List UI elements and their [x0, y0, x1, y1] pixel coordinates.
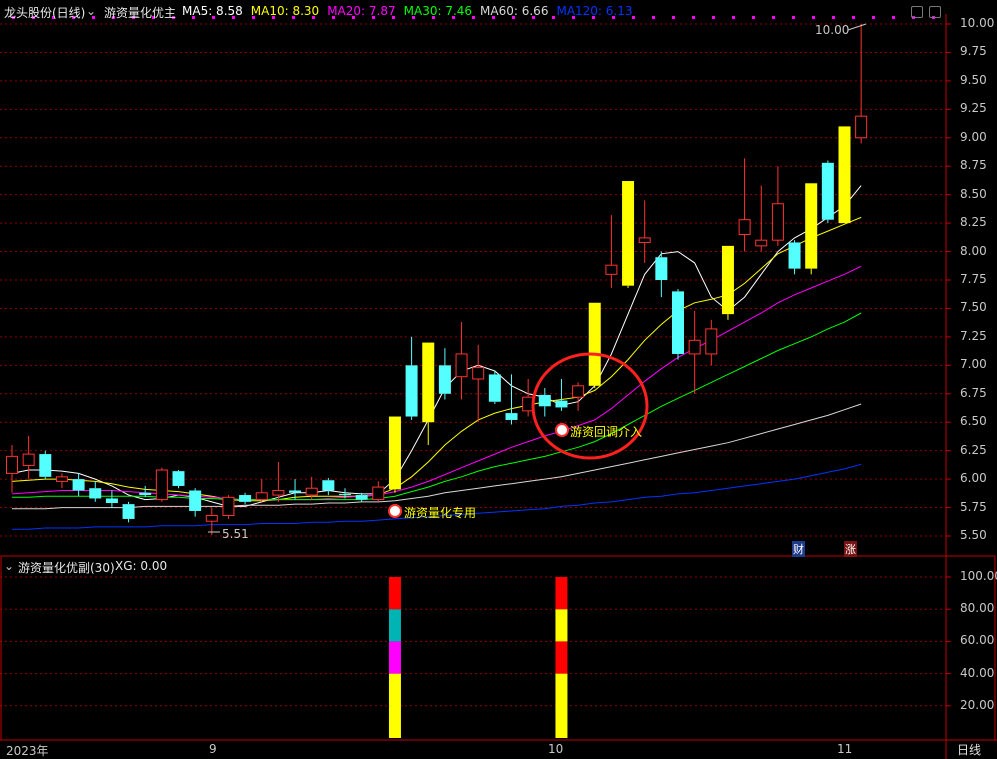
- candle: [672, 289, 684, 360]
- sub-bar-segment: [388, 609, 401, 642]
- header-dot: [872, 16, 875, 19]
- price-tick-label: 9.75: [960, 44, 987, 59]
- high-value-label: 10.00: [815, 23, 850, 37]
- price-tick-label: 7.75: [960, 272, 987, 286]
- chevron-down-icon[interactable]: ⌄: [86, 4, 96, 18]
- header-dot: [772, 16, 775, 19]
- x-label-nov: 11: [837, 742, 853, 756]
- price-tick-label: 7.50: [960, 300, 987, 315]
- price-tick-label: 7.25: [960, 328, 987, 343]
- sub-bar-segment: [388, 641, 401, 674]
- ma-legend-ma10: MA10: 8.30: [250, 4, 320, 18]
- sub-stack-bar: [555, 577, 568, 738]
- header-dot: [752, 16, 755, 19]
- candle: [588, 302, 601, 389]
- header-dot: [672, 16, 675, 19]
- limit-up-badge[interactable]: 涨: [844, 541, 857, 557]
- sub-bar-segment: [555, 609, 568, 642]
- sub-bar-segment: [388, 673, 401, 738]
- signal-1-icon: [388, 504, 402, 518]
- price-tick-label: 10.00: [960, 16, 995, 30]
- stock-title: 龙头股份(日线): [4, 6, 86, 20]
- sub-tick-label: 60.00: [960, 633, 995, 648]
- x-label-sep: 9: [209, 742, 217, 756]
- x-label-2023: 2023年: [6, 744, 49, 758]
- diamond-icon[interactable]: [911, 6, 923, 18]
- candle: [805, 183, 818, 275]
- main-indicator-name[interactable]: 游资量化优主: [104, 4, 176, 21]
- header-dot: [732, 16, 735, 19]
- sub-bar-segment: [555, 641, 568, 674]
- header-dot: [652, 16, 655, 19]
- candle: [155, 467, 168, 502]
- price-tick-label: 6.25: [960, 442, 987, 457]
- price-tick-label: 8.75: [960, 158, 987, 173]
- signal-1-label: 游资量化专用: [404, 506, 477, 520]
- period-label[interactable]: 日线: [957, 741, 981, 758]
- finance-badge[interactable]: 财: [792, 541, 805, 557]
- chart-canvas: [0, 0, 997, 759]
- candle: [222, 495, 235, 519]
- ma-legend: MA5: 8.58 MA10: 8.30 MA20: 7.87 MA30: 7.46 M…: [182, 4, 641, 18]
- price-tick-label: 8.50: [960, 186, 987, 201]
- price-tick-label: 9.25: [960, 101, 987, 116]
- ma-legend-ma30: MA30: 7.46: [403, 4, 473, 18]
- price-tick-label: 7.00: [960, 357, 987, 372]
- candle: [838, 126, 851, 224]
- ma-legend-ma60: MA60: 6.66: [480, 4, 549, 18]
- header-dot: [692, 16, 695, 19]
- candle: [172, 470, 185, 489]
- sub-bar-segment: [555, 673, 568, 738]
- candle: [721, 245, 734, 320]
- price-tick-label: 8.00: [960, 243, 987, 258]
- price-tick-label: 9.00: [960, 129, 987, 144]
- price-tick-label: 8.25: [960, 215, 987, 230]
- sub-bar-segment: [555, 577, 568, 610]
- sub-tick-label: 40.00: [960, 665, 995, 680]
- candle: [622, 181, 635, 288]
- price-tick-label: 6.00: [960, 471, 987, 486]
- header-dot: [852, 16, 855, 19]
- candle: [821, 160, 834, 224]
- sub-tick-label: 20.00: [960, 697, 995, 712]
- candle: [388, 416, 401, 493]
- header-dot: [832, 16, 835, 19]
- price-tick-label: 6.50: [960, 414, 987, 429]
- signal-2-icon: [555, 423, 569, 437]
- sub-indicator-name[interactable]: 游资量化优副(30): [18, 559, 115, 576]
- sub-stack-bar: [388, 577, 401, 738]
- price-tick-label: 5.50: [960, 528, 987, 542]
- expand-icon[interactable]: [929, 6, 941, 18]
- ma-legend-ma5: MA5: 8.58: [182, 4, 243, 18]
- candle: [488, 371, 501, 405]
- chevron-down-icon[interactable]: ⌄: [4, 559, 14, 573]
- signal-2-label: 游资回调介入: [570, 425, 643, 439]
- low-value-label: 5.51: [222, 527, 249, 541]
- ma-legend-ma20: MA20: 7.87: [327, 4, 396, 18]
- price-tick-label: 9.50: [960, 72, 987, 87]
- price-tick-label: 5.75: [960, 499, 987, 514]
- header-dot: [792, 16, 795, 19]
- sub-bar-segment: [388, 577, 401, 610]
- header-dot: [712, 16, 715, 19]
- ma-legend-ma120: MA120: 6.13: [556, 4, 633, 18]
- candle: [39, 450, 52, 480]
- header-dot: [892, 16, 895, 19]
- price-tick-label: 6.75: [960, 385, 987, 400]
- sub-tick-label: 100.00: [960, 569, 997, 583]
- header-dot: [812, 16, 815, 19]
- x-label-oct: 10: [548, 742, 564, 756]
- sub-tick-label: 80.00: [960, 601, 995, 616]
- xg-value: XG: 0.00: [115, 559, 168, 573]
